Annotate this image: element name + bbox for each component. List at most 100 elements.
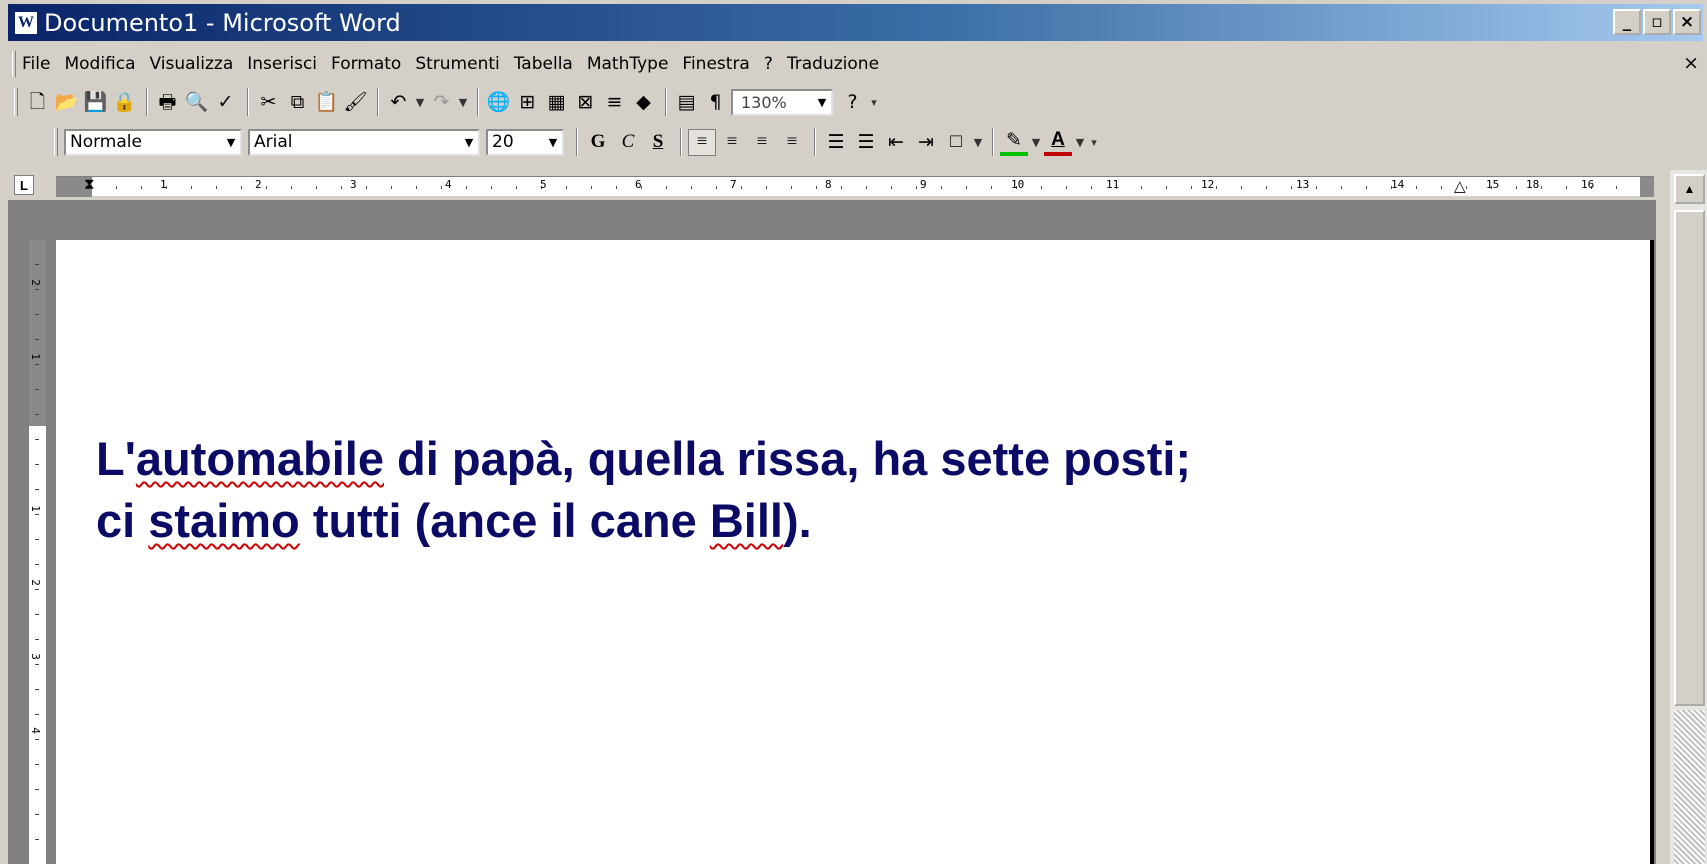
menu-inserisci[interactable]: Inserisci [247,54,317,74]
undo-icon[interactable]: ↶ [385,89,412,116]
new-document-icon[interactable]: 🗋 [24,89,51,116]
vertical-ruler-label: 4 [28,727,42,734]
menu-help[interactable]: ? [764,54,773,74]
ruler-label: 8 [825,178,832,191]
text-run: di papà, quella rissa, ha sette posti; [384,432,1192,485]
toolbar-grip[interactable] [14,88,18,116]
menu-formato[interactable]: Formato [331,54,401,74]
format-painter-icon[interactable]: 🖌 [342,89,369,116]
toolbar-options-icon[interactable]: ▾ [868,89,880,116]
menu-modifica[interactable]: Modifica [64,54,135,74]
font-color-icon[interactable]: A [1044,129,1072,156]
document-map-icon[interactable]: ▤ [673,89,700,116]
chevron-down-icon[interactable]: ▼ [460,131,478,154]
scroll-up-arrow-icon[interactable]: ▲ [1674,174,1705,204]
document-page[interactable] [56,240,1654,864]
menu-tabella[interactable]: Tabella [514,54,573,74]
permission-icon[interactable]: 🔒 [111,89,138,116]
menu-visualizza[interactable]: Visualizza [150,54,234,74]
decrease-indent-icon[interactable]: ⇤ [882,129,910,156]
open-folder-icon[interactable]: 📂 [53,89,80,116]
title-bar[interactable]: W Documento1 - Microsoft Word _ ▫ × [8,4,1703,41]
highlight-icon[interactable]: ✎ [1000,129,1028,156]
scrollbar-thumb[interactable] [1674,210,1705,706]
zoom-value: 130% [741,92,787,112]
right-indent-marker-icon[interactable]: △ [1454,179,1466,194]
bullets-icon[interactable]: ☰ [852,129,880,156]
save-disk-icon[interactable]: 💾 [82,89,109,116]
insert-excel-icon[interactable]: ⊠ [572,89,599,116]
standard-toolbar: 🗋 📂 💾 🔒 🖶 🔍 ✓ ✂ ⧉ 📋 🖌 ↶ ▼ ↷ ▼ 🌐 ⊞ ▦ ⊠ ≡ … [8,83,882,121]
formatting-toolbar: Normale ▼ Arial ▼ 20 ▼ G C S ≡ ≡ ≡ ≡ ☰ ☰… [48,123,1102,161]
style-select[interactable]: Normale ▼ [64,128,242,156]
document-text[interactable]: L'automabile di papà, quella rissa, ha s… [96,428,1191,552]
font-color-dropdown-icon[interactable]: ▼ [1074,129,1086,156]
hyperlink-icon[interactable]: 🌐 [485,89,512,116]
columns-icon[interactable]: ≡ [601,89,628,116]
menu-mathtype[interactable]: MathType [587,54,669,74]
tables-borders-icon[interactable]: ⊞ [514,89,541,116]
cut-icon[interactable]: ✂ [255,89,282,116]
menu-traduzione[interactable]: Traduzione [787,54,879,74]
word-window: W Documento1 - Microsoft Word _ ▫ × File… [0,0,1707,864]
font-value: Arial [254,132,293,152]
menu-grip[interactable] [12,51,16,77]
close-button[interactable]: × [1673,9,1701,35]
vertical-scrollbar[interactable]: ▲ [1670,170,1707,864]
toolbar-options-icon[interactable]: ▾ [1088,129,1100,156]
document-close-button[interactable]: × [1683,52,1699,74]
menu-bar: File Modifica Visualizza Inserisci Forma… [8,48,1703,80]
misspelled-word[interactable]: Bill [710,494,783,547]
misspelled-word[interactable]: staimo [148,494,300,547]
underline-button[interactable]: S [644,129,672,156]
minimize-button[interactable]: _ [1613,9,1641,35]
insert-table-icon[interactable]: ▦ [543,89,570,116]
drawing-icon[interactable]: ◆ [630,89,657,116]
menu-finestra[interactable]: Finestra [682,54,749,74]
horizontal-ruler[interactable]: ⧗ 1 2 3 4 5 6 7 8 9 10 11 12 13 14 15 16… [56,176,1654,197]
menu-strumenti[interactable]: Strumenti [415,54,499,74]
vertical-ruler-label: 3 [28,653,42,660]
menu-file[interactable]: File [22,54,50,74]
toolbar-separator [146,88,148,116]
chevron-down-icon[interactable]: ▼ [222,131,240,154]
misspelled-word[interactable]: automabile [136,432,384,485]
redo-dropdown-icon[interactable]: ▼ [457,89,469,116]
italic-button[interactable]: C [614,129,642,156]
align-right-icon[interactable]: ≡ [748,129,776,156]
ruler-label: 2 [255,178,262,191]
copy-icon[interactable]: ⧉ [284,89,311,116]
font-select[interactable]: Arial ▼ [248,128,480,156]
toolbar-separator [814,128,816,156]
justify-icon[interactable]: ≡ [778,129,806,156]
highlight-dropdown-icon[interactable]: ▼ [1030,129,1042,156]
increase-indent-icon[interactable]: ⇥ [912,129,940,156]
border-icon[interactable]: □ [942,129,970,156]
tab-selector[interactable]: L [8,172,40,198]
undo-dropdown-icon[interactable]: ▼ [414,89,426,116]
align-center-icon[interactable]: ≡ [718,129,746,156]
zoom-select[interactable]: 130% ▼ [731,88,833,116]
align-left-icon[interactable]: ≡ [688,128,716,156]
maximize-button[interactable]: ▫ [1643,9,1671,35]
vertical-ruler[interactable]: 2 1 1 2 3 4 [28,240,46,864]
paste-icon[interactable]: 📋 [313,89,340,116]
numbering-icon[interactable]: ☰ [822,129,850,156]
bold-button[interactable]: G [584,129,612,156]
print-preview-icon[interactable]: 🔍 [183,89,210,116]
toolbar-grip[interactable] [54,128,58,156]
print-icon[interactable]: 🖶 [154,89,181,116]
first-line-indent-marker-icon[interactable]: ⧗ [84,177,95,192]
document-line-2: ci staimo tutti (ance il cane Bill). [96,490,1191,552]
help-icon[interactable]: ? [839,89,866,116]
font-size-select[interactable]: 20 ▼ [486,128,564,156]
word-app-icon[interactable]: W [14,10,38,35]
redo-icon[interactable]: ↷ [428,89,455,116]
chevron-down-icon[interactable]: ▼ [544,131,562,154]
border-dropdown-icon[interactable]: ▼ [972,129,984,156]
scrollbar-track[interactable] [1674,710,1705,864]
show-hide-pilcrow-icon[interactable]: ¶ [702,89,729,116]
toolbar-separator [992,128,994,156]
chevron-down-icon[interactable]: ▼ [813,91,831,114]
spelling-icon[interactable]: ✓ [212,89,239,116]
